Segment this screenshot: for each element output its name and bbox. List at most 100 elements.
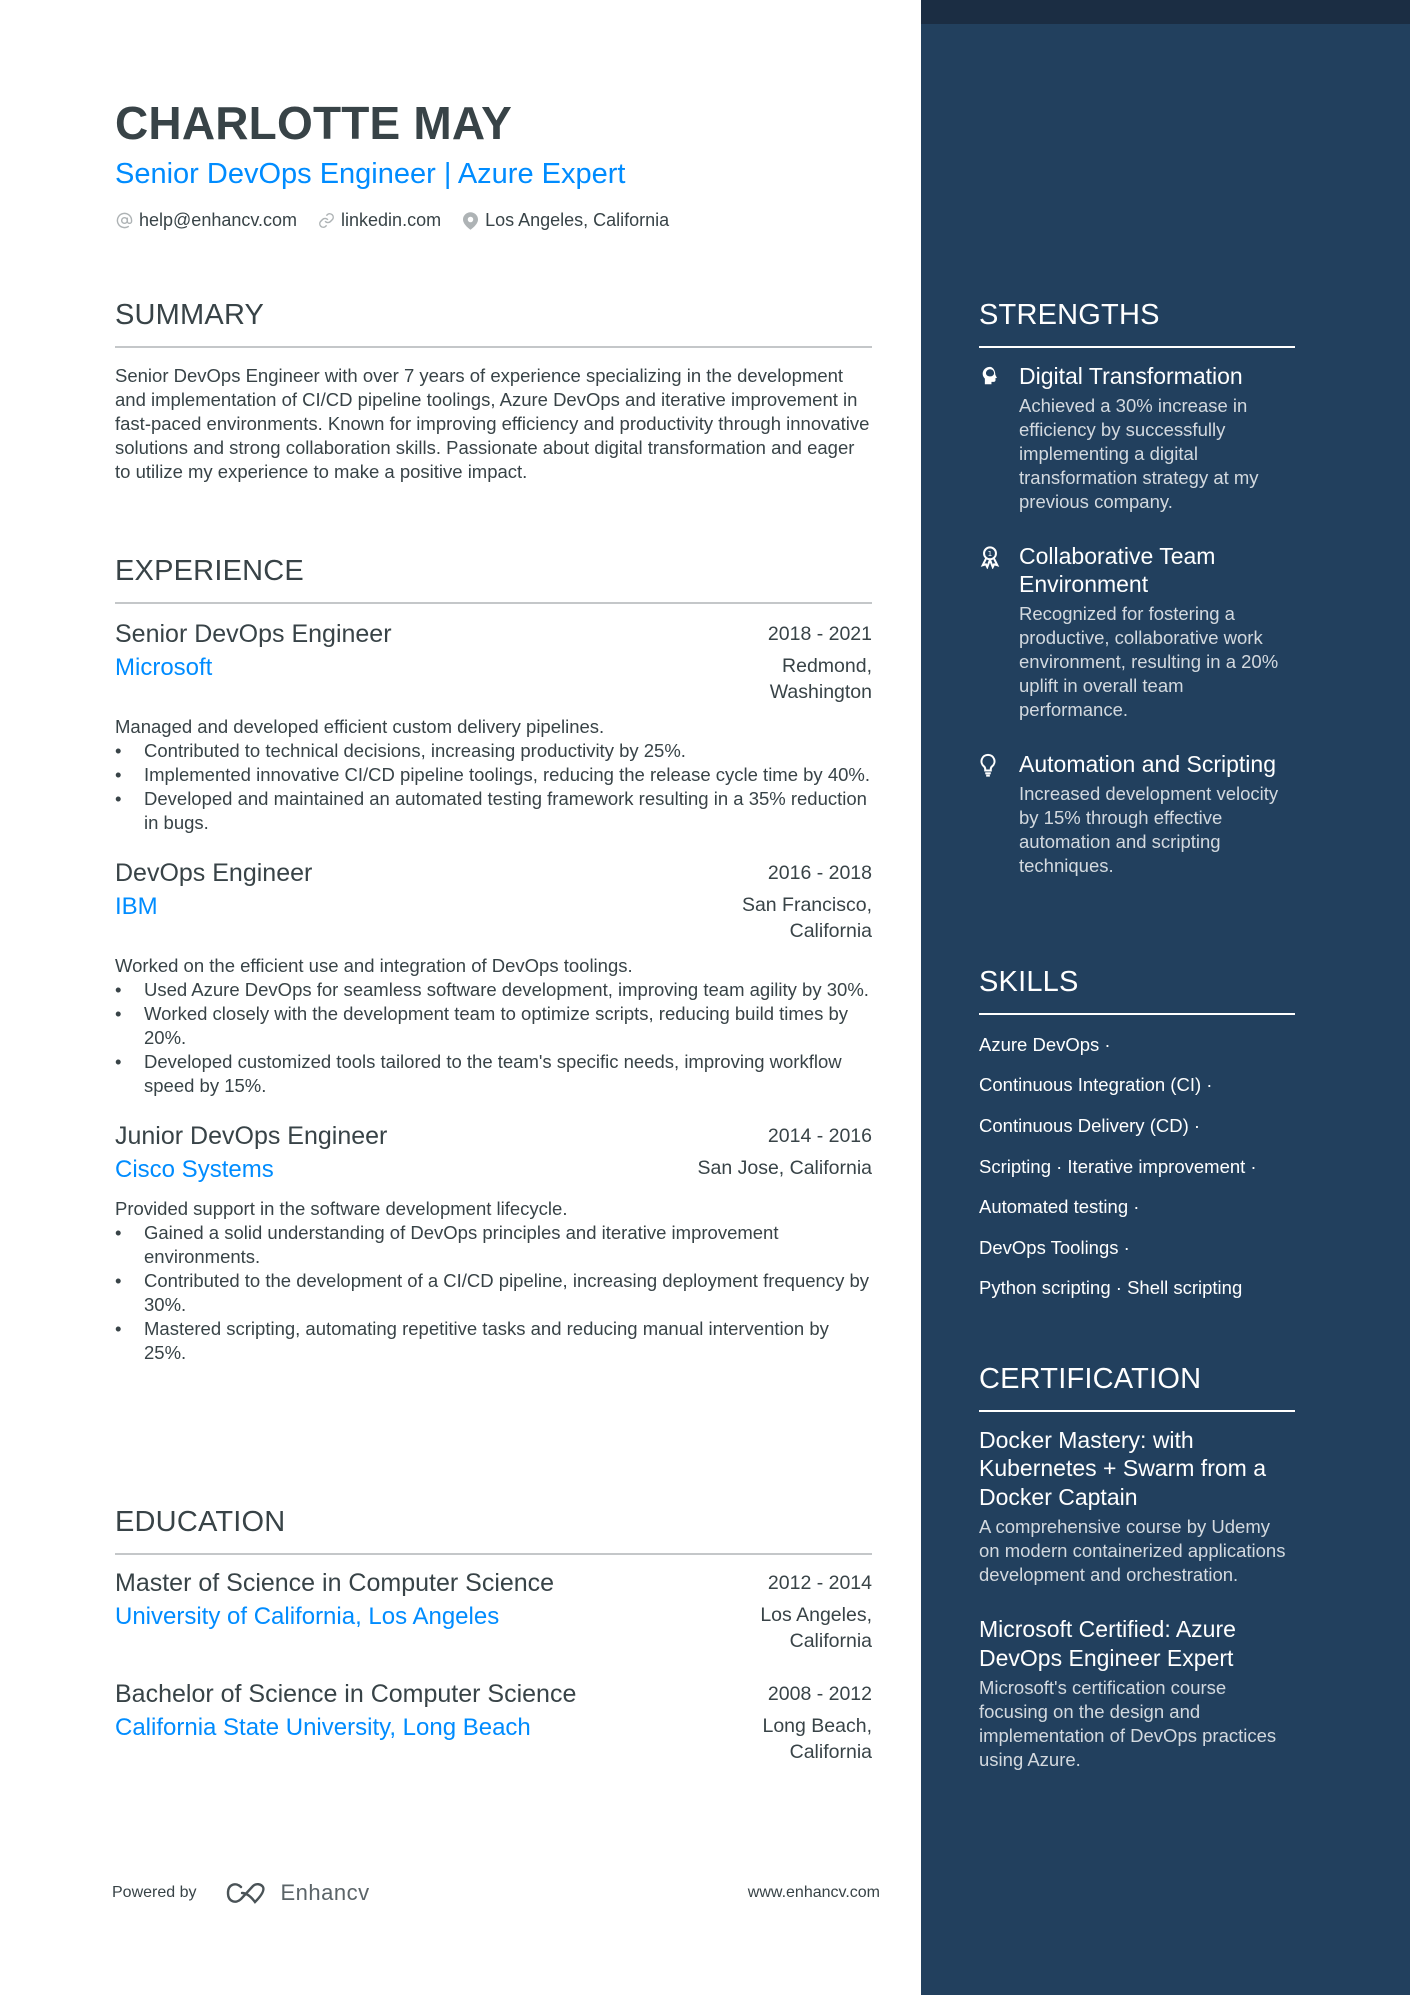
experience-section: EXPERIENCE Senior DevOps Engineer 2018 -… [115, 555, 872, 1365]
job-bullet: Contributed to technical decisions, incr… [115, 739, 872, 763]
job-bullet: Developed customized tools tailored to t… [115, 1050, 872, 1098]
contact-info: help@enhancv.com linkedin.com Los Angele… [115, 210, 689, 231]
certification-description: A comprehensive course by Udemy on moder… [979, 1516, 1286, 1586]
job-location: San Francisco, California [742, 892, 872, 944]
education-entry: Bachelor of Science in Computer Science … [115, 1678, 872, 1765]
location-pin-icon [461, 211, 479, 230]
strength-item: Automation and Scripting Increased devel… [979, 750, 1295, 878]
job-dates: 2016 - 2018 [767, 862, 872, 885]
education-location-line: California [789, 1630, 872, 1653]
summary-section: SUMMARY Senior DevOps Engineer with over… [115, 299, 872, 484]
powered-by: Powered by Enhancv [112, 1880, 370, 1906]
section-divider [979, 1012, 1295, 1015]
education-location-line: Los Angeles, [760, 1604, 872, 1627]
education-location-line: California [789, 1741, 872, 1764]
education-entry: Master of Science in Computer Science 20… [115, 1567, 872, 1654]
job-bullet: Developed and maintained an automated te… [115, 787, 872, 835]
skills-section: SKILLS Azure DevOps · Continuous Integra… [979, 966, 1295, 1309]
strength-description: Recognized for fostering a productive, c… [1019, 602, 1279, 720]
candidate-title: Senior DevOps Engineer | Azure Expert [115, 158, 626, 190]
job-bullet: Implemented innovative CI/CD pipeline to… [115, 763, 872, 787]
certification-section: CERTIFICATION Docker Mastery: with Kuber… [979, 1363, 1295, 1772]
contact-linkedin[interactable]: linkedin.com [317, 210, 441, 231]
skill-line: Python scripting · Shell scripting [979, 1277, 1243, 1299]
skill-line: DevOps Toolings · [979, 1236, 1130, 1258]
award-icon: 1 [979, 542, 1019, 722]
strengths-heading: STRENGTHS [979, 299, 1160, 331]
enhancv-logo-icon [226, 1883, 265, 1904]
strengths-section: STRENGTHS Digital Transformation Achieve… [979, 299, 1295, 878]
job-location-line: Redmond, [782, 655, 872, 678]
certification-title: Docker Mastery: with Kubernetes + Swarm … [979, 1426, 1266, 1510]
footer: Powered by Enhancv www.enhancv.com [112, 1880, 880, 1906]
strength-title: Collaborative Team Environment [1019, 542, 1216, 597]
certification-item: Docker Mastery: with Kubernetes + Swarm … [979, 1426, 1295, 1588]
school-name: University of California, Los Angeles [115, 1603, 500, 1631]
skill-line: Continuous Delivery (CD) · [979, 1115, 1201, 1137]
job-dates: 2014 - 2016 [767, 1125, 872, 1148]
certification-title: Microsoft Certified: Azure DevOps Engine… [979, 1616, 1236, 1671]
skills-list: Azure DevOps · Continuous Integration (C… [979, 1025, 1295, 1309]
job-entry: Junior DevOps Engineer 2014 - 2016 Cisco… [115, 1120, 872, 1365]
contact-email-text: help@enhancv.com [139, 210, 298, 230]
school-name: California State University, Long Beach [115, 1714, 531, 1742]
experience-heading: EXPERIENCE [115, 555, 304, 587]
education-heading: EDUCATION [115, 1506, 286, 1538]
job-bullet: Contributed to the development of a CI/C… [115, 1269, 872, 1317]
section-divider [115, 601, 872, 604]
job-bullets: Gained a solid understanding of DevOps p… [115, 1221, 872, 1365]
section-divider [979, 1409, 1295, 1412]
job-description: Managed and developed efficient custom d… [115, 716, 605, 738]
degree: Bachelor of Science in Computer Science [115, 1680, 577, 1709]
job-title: Senior DevOps Engineer [115, 619, 392, 648]
education-dates: 2012 - 2014 [767, 1571, 872, 1594]
job-location-line: Washington [769, 681, 872, 704]
summary-text: Senior DevOps Engineer with over 7 years… [115, 364, 870, 482]
degree: Master of Science in Computer Science [115, 1568, 555, 1597]
contact-linkedin-text: linkedin.com [341, 210, 442, 230]
svg-text:1: 1 [988, 549, 993, 558]
head-icon [979, 362, 1019, 514]
certification-item: Microsoft Certified: Azure DevOps Engine… [979, 1615, 1295, 1772]
job-entry: Senior DevOps Engineer 2018 - 2021 Micro… [115, 618, 872, 835]
strength-item: 1 Collaborative Team Environment Recogni… [979, 542, 1295, 722]
education-location-line: Long Beach, [762, 1715, 872, 1738]
contact-location-text: Los Angeles, California [485, 210, 670, 230]
contact-email[interactable]: help@enhancv.com [115, 210, 297, 231]
job-entry: DevOps Engineer 2016 - 2018 IBM San Fran… [115, 857, 872, 1098]
job-bullet: Gained a solid understanding of DevOps p… [115, 1221, 872, 1269]
candidate-name: CHARLOTTE MAY [115, 97, 513, 149]
footer-url[interactable]: www.enhancv.com [748, 1884, 880, 1902]
strength-description: Achieved a 30% increase in efficiency by… [1019, 394, 1259, 512]
education-section: EDUCATION Master of Science in Computer … [115, 1506, 872, 1765]
link-icon [317, 212, 335, 230]
job-bullet: Worked closely with the development team… [115, 1002, 872, 1050]
skill-line: Azure DevOps · [979, 1033, 1111, 1055]
education-location: Long Beach, California [762, 1713, 872, 1765]
education-location: Los Angeles, California [760, 1602, 872, 1654]
contact-location: Los Angeles, California [461, 210, 669, 231]
job-bullets: Contributed to technical decisions, incr… [115, 739, 872, 835]
skill-line: Automated testing · [979, 1196, 1140, 1218]
job-location-line: San Jose, California [697, 1157, 872, 1180]
at-icon [115, 212, 133, 230]
enhancv-logo[interactable]: Enhancv [225, 1880, 370, 1906]
job-bullet: Used Azure DevOps for seamless software … [115, 978, 872, 1002]
sidebar-top-band [921, 0, 1410, 24]
job-location-line: California [789, 920, 872, 943]
powered-by-label: Powered by [112, 1884, 197, 1901]
skill-line: Continuous Integration (CI) · [979, 1074, 1213, 1096]
strength-title: Digital Transformation [1019, 362, 1243, 389]
main-column: CHARLOTTE MAY Senior DevOps Engineer | A… [0, 0, 921, 1995]
skill-line: Scripting · Iterative improvement · [979, 1155, 1257, 1177]
section-divider [115, 345, 872, 348]
company-name: Microsoft [115, 654, 213, 682]
job-bullet: Mastered scripting, automating repetitiv… [115, 1317, 872, 1365]
education-dates: 2008 - 2012 [767, 1683, 872, 1706]
job-title: DevOps Engineer [115, 859, 313, 888]
lightbulb-icon [979, 750, 1019, 878]
job-description: Worked on the efficient use and integrat… [115, 955, 633, 977]
job-description: Provided support in the software develop… [115, 1197, 568, 1219]
company-name: Cisco Systems [115, 1156, 274, 1184]
brand-name: Enhancv [280, 1880, 370, 1905]
